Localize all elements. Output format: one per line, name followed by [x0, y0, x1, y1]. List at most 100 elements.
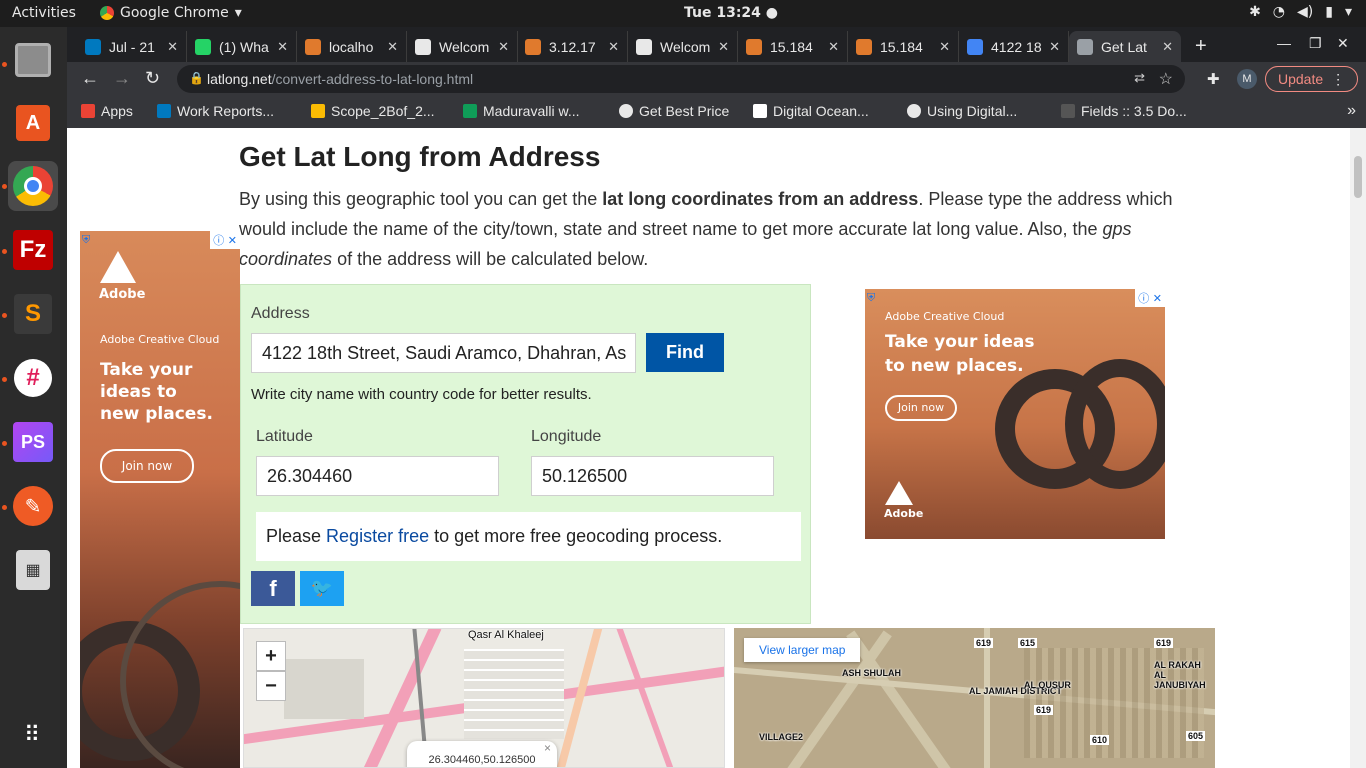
translate-icon[interactable]: ⇄	[1134, 70, 1145, 86]
close-window-icon[interactable]: ✕	[1337, 35, 1349, 52]
files-app-icon[interactable]	[8, 35, 58, 85]
page-title: Get Lat Long from Address	[239, 141, 601, 172]
map-block	[284, 659, 364, 719]
ad-shield-icon[interactable]: ⛨	[867, 291, 883, 305]
bookmark-label: Scope_2Bof_2...	[331, 103, 435, 119]
running-indicator	[2, 184, 7, 189]
scrollbar-thumb[interactable]	[1354, 156, 1362, 198]
zoom-in-button[interactable]: +	[256, 641, 286, 671]
new-tab-button[interactable]: +	[1195, 35, 1207, 58]
running-indicator	[2, 441, 7, 446]
browser-tab[interactable]: (1) Wha ✕	[187, 31, 297, 62]
tab-close-icon[interactable]: ✕	[718, 39, 729, 55]
tab-close-icon[interactable]: ✕	[277, 39, 288, 55]
find-button[interactable]: Find	[646, 333, 724, 372]
tab-close-icon[interactable]: ✕	[1162, 39, 1173, 55]
ad-banner-right[interactable]: ⛨ ⓘ ✕ Adobe Creative Cloud Take your ide…	[865, 289, 1165, 539]
page-scrollbar[interactable]	[1350, 128, 1366, 768]
lock-icon[interactable]: 🔒	[189, 71, 204, 85]
tab-close-icon[interactable]: ✕	[939, 39, 950, 55]
bookmark-item[interactable]: Using Digital...	[907, 103, 1017, 119]
bookmark-item[interactable]: Maduravalli w...	[463, 103, 579, 119]
clock[interactable]: Tue 13:24 ●	[684, 5, 778, 21]
register-free-link[interactable]: Register free	[326, 526, 429, 547]
back-arrow-icon[interactable]: ←	[81, 68, 99, 89]
tab-favicon-icon	[636, 38, 652, 55]
bookmark-item[interactable]: Digital Ocean...	[753, 103, 869, 119]
tab-close-icon[interactable]: ✕	[608, 39, 619, 55]
phpstorm-icon[interactable]: PS	[8, 417, 58, 467]
browser-tab[interactable]: localho ✕	[297, 31, 407, 62]
bookmark-item[interactable]: Apps	[81, 103, 133, 119]
adchoices-close-icon[interactable]: ⓘ ✕	[210, 231, 240, 249]
zoom-out-button[interactable]: −	[256, 671, 286, 701]
tab-close-icon[interactable]: ✕	[167, 39, 178, 55]
activities-button[interactable]: Activities	[12, 5, 76, 21]
chrome-dock-icon[interactable]	[8, 161, 58, 211]
browser-tab[interactable]: 4122 18 ✕	[959, 31, 1069, 62]
tab-close-icon[interactable]: ✕	[828, 39, 839, 55]
extensions-puzzle-icon[interactable]: ✚	[1207, 70, 1220, 88]
map-label: Qasr Al Khaleej	[468, 629, 544, 641]
show-apps-grid-icon[interactable]: ⠿	[8, 710, 58, 760]
ad-banner-left[interactable]: ⛨ ⓘ ✕ Adobe Adobe Creative Cloud Take yo…	[80, 231, 240, 768]
running-indicator	[2, 62, 7, 67]
address-input[interactable]: 4122 18th Street, Saudi Aramco, Dhahran,…	[251, 333, 636, 373]
more-bookmarks-icon[interactable]: »	[1347, 102, 1356, 120]
url-host: latlong.net	[207, 71, 272, 87]
ad-cta-button[interactable]: Join now	[885, 395, 957, 421]
bookmark-item[interactable]: Scope_2Bof_2...	[311, 103, 435, 119]
bookmark-item[interactable]: Get Best Price	[619, 103, 729, 119]
profile-avatar[interactable]: M	[1237, 69, 1257, 89]
adchoices-close-icon[interactable]: ⓘ ✕	[1135, 289, 1165, 307]
bookmark-icon	[1061, 104, 1075, 118]
tab-label: (1) Wha	[219, 38, 269, 55]
tab-label: 15.184	[770, 38, 813, 55]
browser-toolbar: ← → ↻ 🔒 latlong.net/convert-address-to-l…	[67, 62, 1366, 96]
maximize-icon[interactable]: ❐	[1309, 35, 1322, 52]
intro-bold: lat long coordinates from an address	[602, 189, 919, 209]
app-name: Google Chrome	[120, 5, 229, 21]
street-map[interactable]: Qasr Al Khaleej + − 26.304460,50.126500 …	[243, 628, 725, 768]
app-menu[interactable]: Google Chrome ▾	[100, 5, 242, 21]
browser-tab[interactable]: Get Lat ✕	[1069, 31, 1181, 62]
browser-tab[interactable]: Jul - 21 ✕	[77, 31, 187, 62]
road-number: 619	[974, 638, 994, 648]
update-button[interactable]: Update ⋮	[1265, 66, 1359, 92]
postman-icon[interactable]: ✎	[8, 481, 58, 531]
ad-shield-icon[interactable]: ⛨	[82, 233, 98, 247]
running-indicator	[2, 377, 7, 382]
minimize-icon[interactable]: —	[1277, 35, 1291, 51]
bookmark-icon	[311, 104, 325, 118]
reload-icon[interactable]: ↻	[145, 68, 160, 89]
latitude-field[interactable]: 26.304460	[256, 456, 499, 496]
popup-coordinates: 26.304460,50.126500	[428, 754, 536, 766]
browser-tab[interactable]: Welcom ✕	[407, 31, 518, 62]
calculator-icon[interactable]: ▦	[8, 545, 58, 595]
browser-tab[interactable]: Welcom ✕	[628, 31, 738, 62]
road-number: 605	[1186, 731, 1206, 741]
view-larger-map-link[interactable]: View larger map	[744, 638, 861, 662]
software-center-icon[interactable]: A	[8, 98, 58, 148]
tab-close-icon[interactable]: ✕	[387, 39, 398, 55]
browser-tab[interactable]: 3.12.17 ✕	[517, 31, 628, 62]
browser-tab[interactable]: 15.184 ✕	[848, 31, 959, 62]
popup-close-icon[interactable]: ×	[544, 741, 551, 755]
bookmark-star-icon[interactable]: ☆	[1159, 69, 1173, 89]
bookmark-item[interactable]: Work Reports...	[157, 103, 274, 119]
bookmark-item[interactable]: Fields :: 3.5 Do...	[1061, 103, 1187, 119]
satellite-map[interactable]: View larger map ASH SHULAH AL JAMIAH DIS…	[734, 628, 1215, 768]
browser-tab[interactable]: 15.184 ✕	[738, 31, 848, 62]
filezilla-icon[interactable]: Fz	[8, 225, 58, 275]
sublime-text-icon[interactable]: S	[8, 289, 58, 339]
address-bar[interactable]: 🔒 latlong.net/convert-address-to-lat-lon…	[177, 65, 1185, 93]
system-tray[interactable]: ✱ ◔ ◀) ▮ ▾	[1249, 4, 1352, 20]
twitter-share-button[interactable]: 🐦	[300, 571, 344, 606]
forward-arrow-icon[interactable]: →	[113, 68, 131, 89]
tab-close-icon[interactable]: ✕	[1049, 39, 1060, 55]
ad-cta-button[interactable]: Join now	[100, 449, 194, 483]
longitude-field[interactable]: 50.126500	[531, 456, 774, 496]
slack-icon[interactable]: #	[8, 353, 58, 403]
tab-close-icon[interactable]: ✕	[498, 39, 509, 55]
facebook-share-button[interactable]: f	[251, 571, 295, 606]
